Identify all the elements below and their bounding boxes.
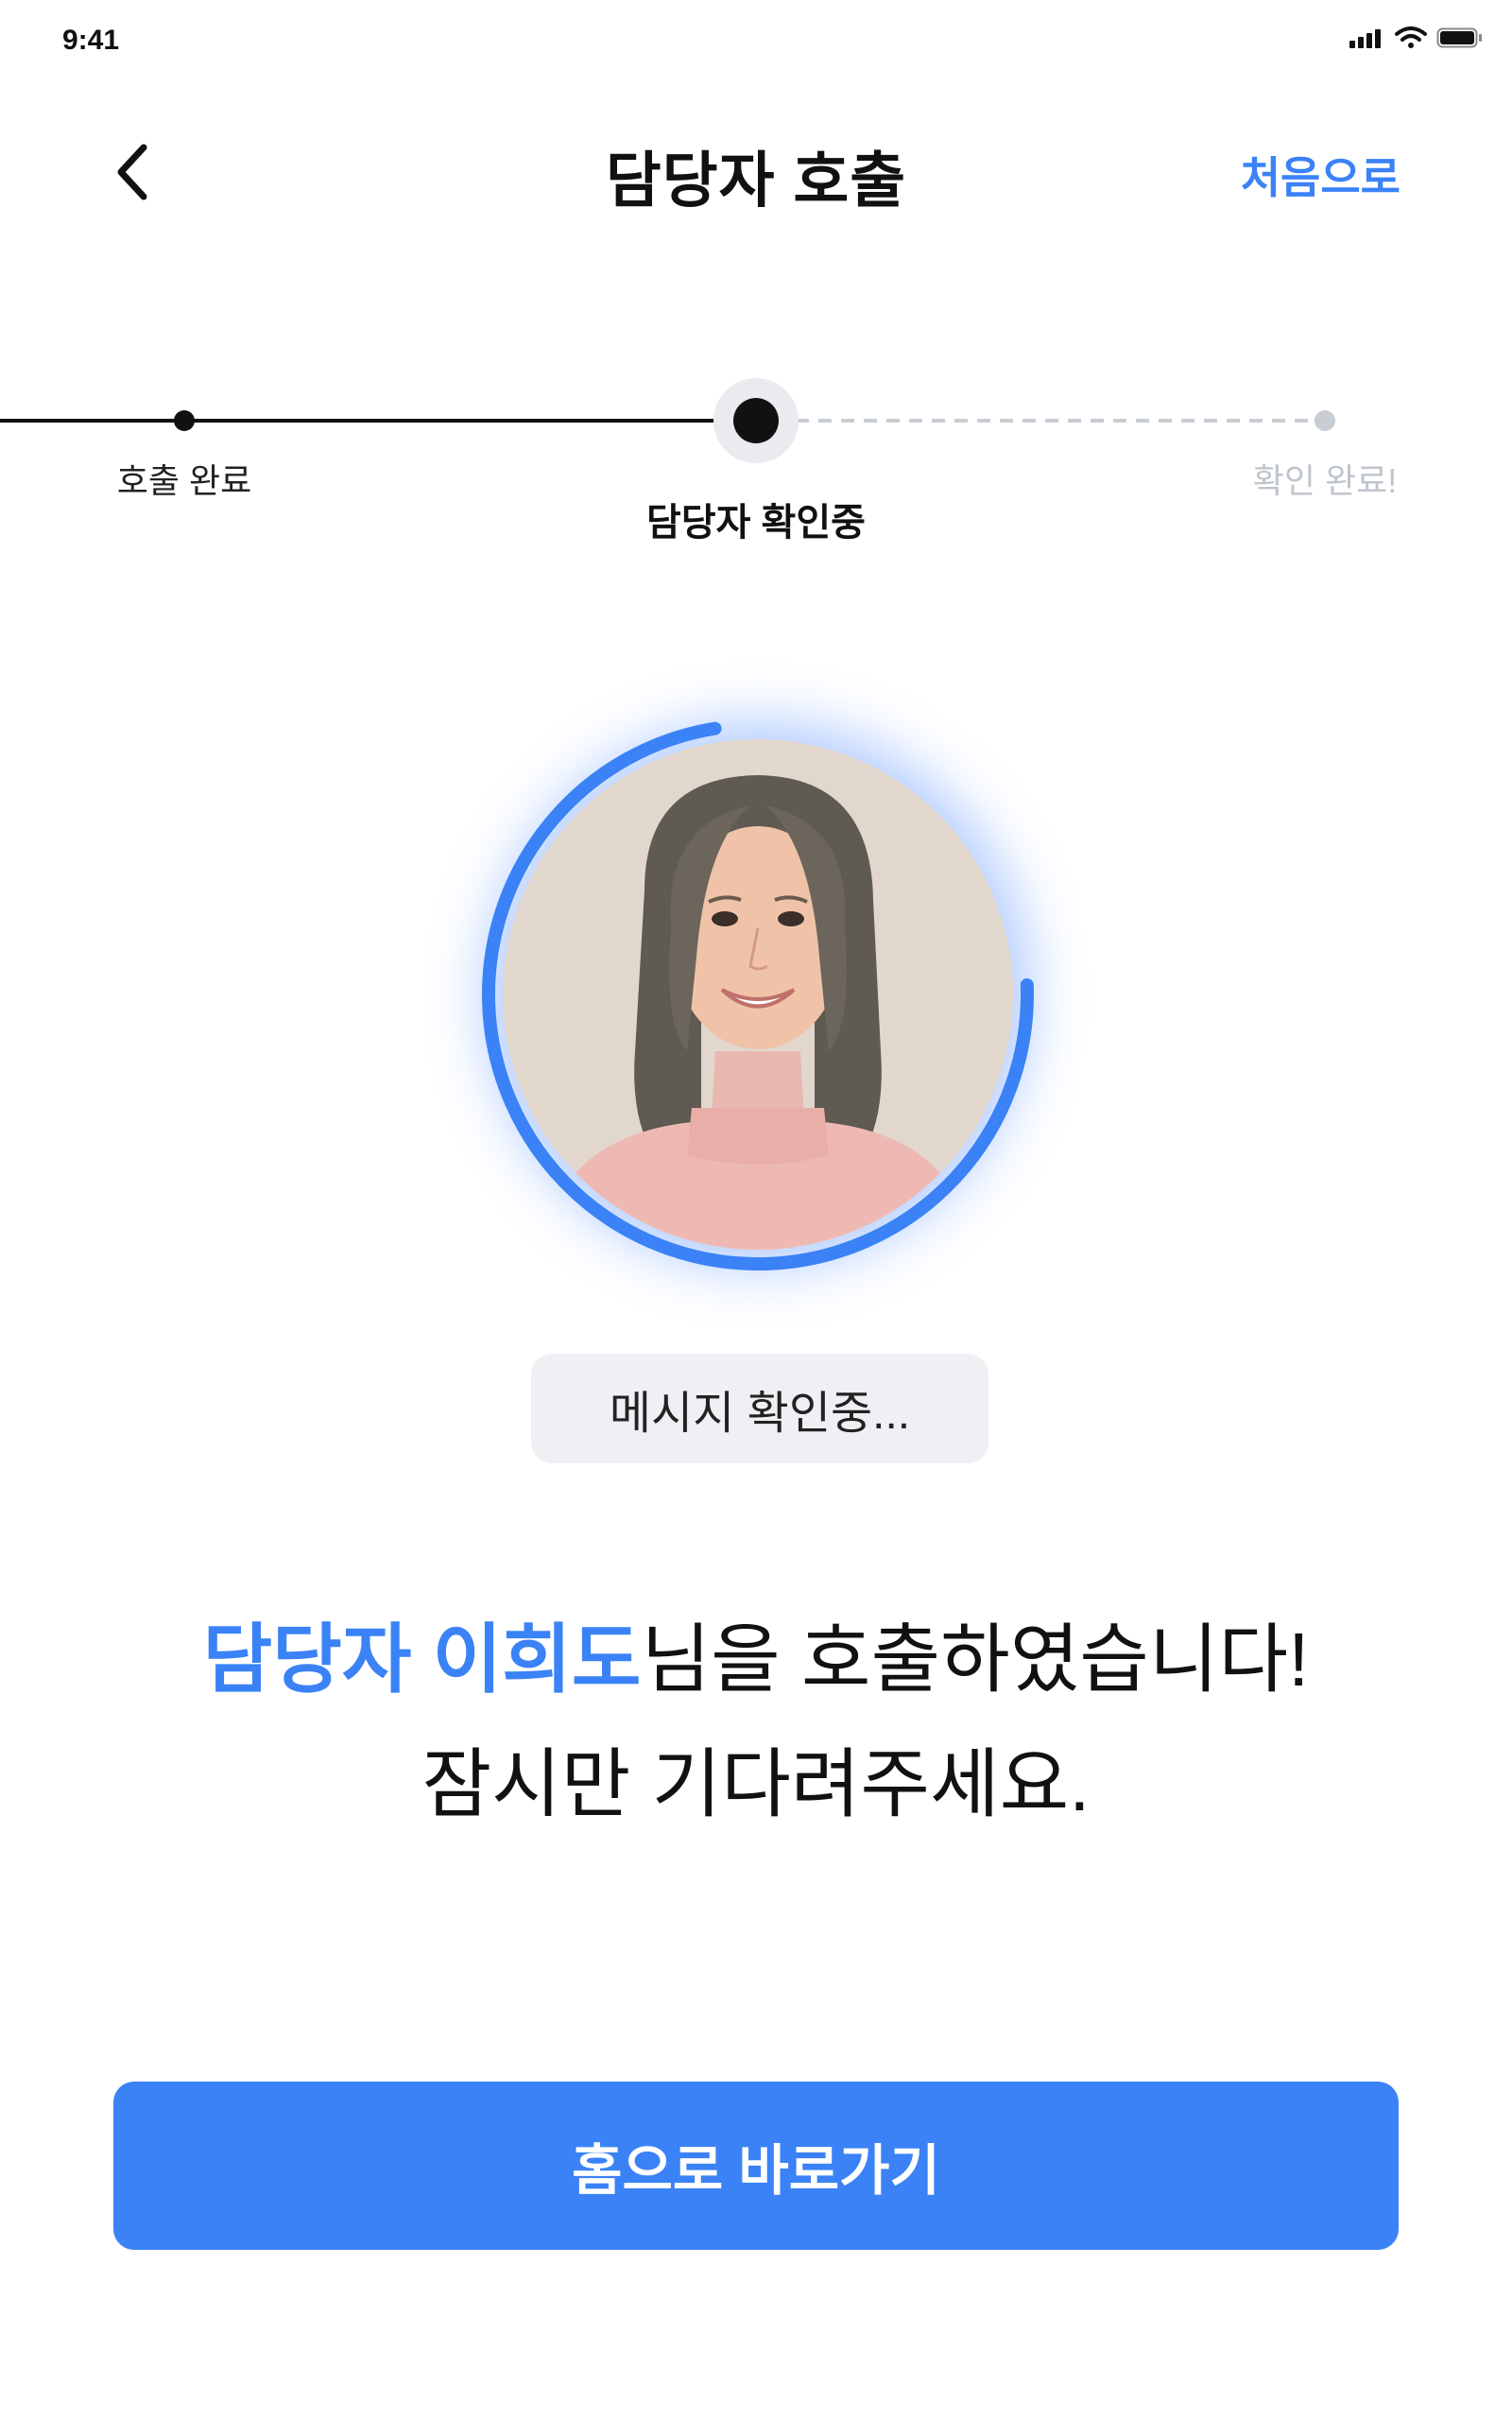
step-dot-done xyxy=(174,410,195,431)
call-message: 담당자 이희도님을 호출하였습니다! 잠시만 기다려주세요. xyxy=(0,1598,1512,1847)
go-home-button[interactable]: 홈으로 바로가기 xyxy=(113,2082,1399,2250)
progress-stepper: 호출 완료 담당자 확인중 확인 완료! xyxy=(0,378,1512,567)
manager-name: 담당자 이희도 xyxy=(202,1617,642,1702)
signal-icon xyxy=(1349,29,1381,48)
step-label-pending: 확인 완료! xyxy=(1252,461,1398,500)
manager-avatar-container xyxy=(474,711,1041,1278)
status-icons xyxy=(1348,26,1484,49)
navigation-header: 담당자 호출 처음으로 xyxy=(0,113,1512,227)
step-label-current: 담당자 확인중 xyxy=(646,502,866,544)
restart-button[interactable]: 처음으로 xyxy=(1241,144,1400,206)
step-dot-current xyxy=(733,398,779,443)
step-label-done: 호출 완료 xyxy=(116,461,252,500)
step-dot-pending xyxy=(1314,410,1335,431)
battery-icon xyxy=(1436,27,1482,48)
status-pill: 메시지 확인중... xyxy=(531,1354,988,1463)
status-bar: 9:41 xyxy=(0,0,1512,85)
wifi-icon xyxy=(1395,26,1427,48)
status-time: 9:41 xyxy=(62,25,120,56)
message-line-1-rest: 님을 호출하였습니다! xyxy=(641,1617,1310,1702)
message-line-2: 잠시만 기다려주세요. xyxy=(421,1742,1091,1826)
progress-ring xyxy=(481,718,1034,1270)
progress-ring-arc xyxy=(481,718,1034,1270)
message-line-1: 담당자 이희도님을 호출하였습니다! xyxy=(0,1598,1512,1722)
